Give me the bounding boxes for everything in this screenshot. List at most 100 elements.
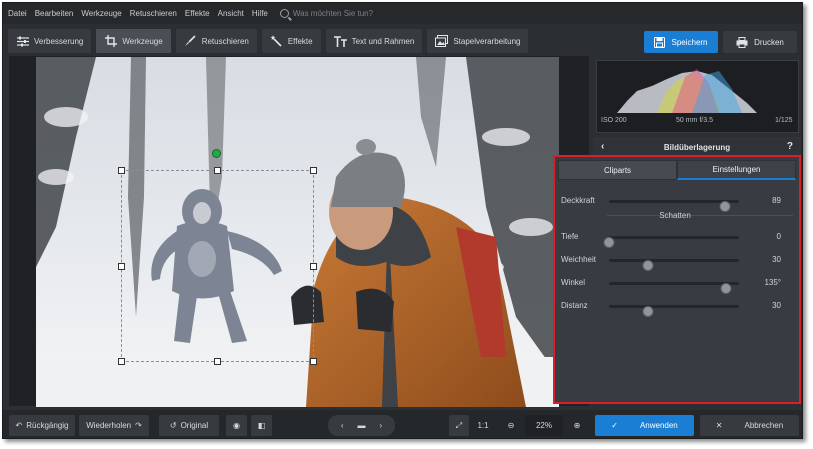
back-chevron-icon[interactable]: ‹ [601, 141, 604, 152]
menu-bar: Datei Bearbeiten Werkzeuge Retuschieren … [3, 3, 802, 24]
angle-slider[interactable] [609, 282, 739, 294]
tab-label: Retuschieren [201, 36, 249, 46]
tab-verbesserung[interactable]: Verbesserung [7, 28, 93, 54]
panel-header: ‹ Bildüberlagerung ? [593, 137, 801, 157]
distance-slider[interactable] [609, 305, 739, 317]
print-label: Drucken [754, 37, 784, 47]
print-button[interactable]: Drucken [723, 31, 797, 53]
tab-label: Werkzeuge [122, 36, 163, 46]
menu-hilfe[interactable]: Hilfe [252, 9, 268, 18]
angle-slider-knob[interactable] [720, 283, 732, 294]
search-icon [279, 9, 289, 18]
resize-handle-bm[interactable] [214, 358, 221, 365]
tab-label: Text und Rahmen [351, 36, 415, 46]
search-placeholder: Was möchten Sie tun? [292, 9, 374, 18]
zoom-out-button[interactable]: ⊖ [501, 415, 521, 436]
softness-slider[interactable] [609, 259, 739, 271]
tab-text-und-rahmen[interactable]: Text und Rahmen [324, 28, 424, 54]
distance-value: 30 [772, 301, 781, 310]
tab-effekte[interactable]: Effekte [260, 28, 322, 54]
opacity-slider[interactable] [609, 200, 739, 212]
fit-screen-button[interactable]: ⤢ [449, 415, 469, 436]
compare-button[interactable]: ◧ [251, 415, 272, 436]
softness-slider-row: Weichheit 30 [561, 253, 791, 271]
menu-effekte[interactable]: Effekte [185, 9, 210, 18]
fit-screen-icon: ⤢ [455, 420, 463, 430]
depth-slider-knob[interactable] [603, 237, 615, 248]
apply-button[interactable]: ✓ Anwenden [595, 415, 694, 436]
menu-ansicht[interactable]: Ansicht [218, 9, 244, 18]
tab-retuschieren[interactable]: Retuschieren [174, 28, 258, 54]
cancel-button[interactable]: ✕ Abbrechen [700, 415, 799, 436]
folder-icon[interactable]: ▬ [358, 421, 366, 430]
softness-value: 30 [772, 255, 781, 264]
resize-handle-tm[interactable] [214, 167, 221, 174]
preview-eye-button[interactable]: ◉ [226, 415, 247, 436]
save-button[interactable]: Speichern [644, 31, 718, 53]
search-box[interactable]: Was möchten Sie tun? [279, 9, 374, 18]
next-arrow-icon[interactable]: › [380, 421, 383, 430]
yeti-clipart[interactable] [122, 171, 315, 363]
plus-icon: ⊕ [573, 421, 581, 430]
menu-retuschieren[interactable]: Retuschieren [130, 9, 177, 18]
opacity-slider-row: Deckkraft 89 [561, 194, 791, 212]
zoom-field[interactable]: 22% [525, 415, 563, 436]
sliders-icon [16, 35, 29, 48]
angle-label: Winkel [561, 278, 586, 287]
resize-handle-tl[interactable] [118, 167, 125, 174]
softness-slider-knob[interactable] [642, 260, 654, 271]
app-window: Datei Bearbeiten Werkzeuge Retuschieren … [2, 2, 803, 439]
tab-einstellungen[interactable]: Einstellungen [677, 160, 796, 180]
menu-bearbeiten[interactable]: Bearbeiten [35, 9, 74, 18]
resize-handle-ml[interactable] [118, 263, 125, 270]
undo-button[interactable]: ↶ Rückgängig [9, 415, 75, 436]
overlay-settings-panel: Cliparts Einstellungen Deckkraft 89 Scha… [553, 155, 801, 404]
depth-slider[interactable] [603, 236, 739, 248]
original-label: Original [180, 421, 209, 430]
distance-slider-row: Distanz 30 [561, 299, 791, 317]
prev-arrow-icon[interactable]: ‹ [341, 421, 344, 430]
depth-label: Tiefe [561, 232, 579, 241]
photo [36, 57, 559, 407]
resize-handle-mr[interactable] [310, 263, 317, 270]
undo-icon: ↶ [15, 421, 23, 430]
bottom-toolbar: ↶ Rückgängig Wiederholen ↷ ↺ Original ◉ … [3, 410, 802, 438]
close-icon: ✕ [715, 421, 723, 430]
redo-button[interactable]: Wiederholen ↷ [79, 415, 149, 436]
eye-icon: ◉ [233, 421, 240, 430]
resize-handle-tr[interactable] [310, 167, 317, 174]
tab-cliparts[interactable]: Cliparts [558, 160, 677, 180]
zoom-in-button[interactable]: ⊕ [567, 415, 587, 436]
apply-label: Anwenden [639, 421, 678, 430]
minus-icon: ⊖ [507, 421, 515, 430]
depth-value: 0 [776, 232, 781, 241]
tab-werkzeuge[interactable]: Werkzeuge [95, 28, 172, 54]
zoom-1to1-button[interactable]: 1:1 [473, 415, 493, 436]
panel-title: Bildüberlagerung [663, 142, 731, 152]
help-icon[interactable]: ? [787, 141, 793, 152]
resize-handle-bl[interactable] [118, 358, 125, 365]
angle-value: 135° [764, 278, 781, 287]
tab-label: Stapelverarbeitung [453, 36, 521, 46]
text-icon [333, 35, 347, 48]
redo-icon: ↷ [135, 421, 142, 430]
menu-werkzeuge[interactable]: Werkzeuge [81, 9, 121, 18]
brush-icon [184, 35, 197, 48]
distance-slider-knob[interactable] [642, 306, 654, 317]
settings-tabs: Cliparts Einstellungen [558, 160, 796, 180]
undo-label: Rückgängig [26, 421, 69, 430]
resize-handle-br[interactable] [310, 358, 317, 365]
menu-datei[interactable]: Datei [8, 9, 27, 18]
image-canvas[interactable] [9, 56, 589, 407]
iso-value: ISO 200 [601, 117, 627, 124]
tab-stapelverarbeitung[interactable]: Stapelverarbeitung [426, 28, 530, 54]
opacity-value: 89 [772, 196, 781, 205]
crop-icon [104, 35, 117, 48]
save-label: Speichern [671, 37, 708, 47]
rotate-handle[interactable] [212, 149, 221, 158]
reset-icon: ↺ [169, 421, 177, 430]
clipart-selection[interactable] [118, 149, 317, 365]
original-button[interactable]: ↺ Original [159, 415, 219, 436]
tab-label: Verbesserung [34, 36, 84, 46]
lens-value: 50 mm f/3.5 [676, 117, 713, 124]
